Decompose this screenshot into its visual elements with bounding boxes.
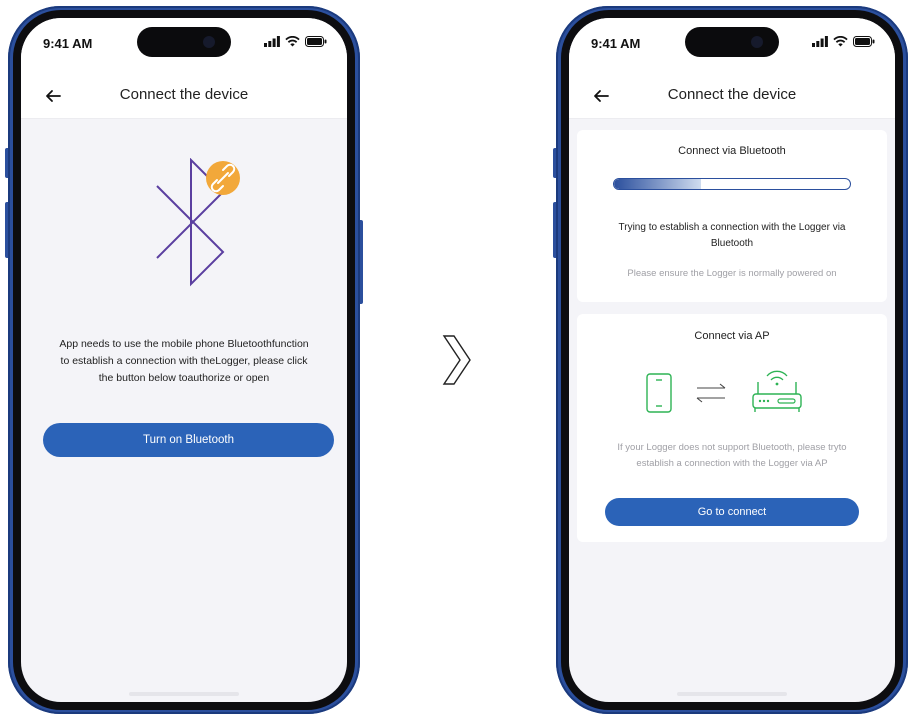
phone-screen: 9:41 AM: [569, 18, 895, 702]
two-way-arrows-icon: [696, 383, 726, 403]
front-camera: [751, 36, 763, 48]
ap-connection-illustration: [646, 370, 802, 413]
description-line: App needs to use the mobile phone Blueto…: [59, 338, 309, 350]
home-indicator: [129, 692, 239, 696]
status-time: 9:41 AM: [591, 36, 641, 51]
right-phone: 9:41 AM Connect the device Connect via B…: [553, 6, 908, 714]
go-to-connect-button[interactable]: Go to connect: [605, 498, 859, 526]
cellular-signal-icon: [264, 36, 280, 47]
left-phone: 9:41 AM Connect the device App needs to …: [5, 6, 363, 714]
turn-on-bluetooth-button[interactable]: Turn on Bluetooth: [43, 423, 334, 457]
page-title: Connect the device: [667, 86, 797, 103]
home-indicator: [677, 692, 787, 696]
wifi-icon: [833, 36, 848, 47]
router-icon: [752, 370, 802, 412]
description-line: the button below toauthorize or open: [98, 372, 270, 384]
message-line: establish a connection with the Logger v…: [636, 458, 828, 469]
bluetooth-status-message: Trying to establish a connection with th…: [605, 220, 859, 252]
progress-fill: [614, 179, 702, 189]
dynamic-island: [685, 27, 779, 57]
ap-card-title: Connect via AP: [694, 330, 770, 342]
nav-bar: Connect the device: [21, 74, 347, 119]
phone-screen: 9:41 AM: [21, 18, 347, 702]
message-line: If your Logger does not support Bluetoot…: [617, 442, 847, 453]
link-icon: [206, 161, 240, 195]
status-icons: [264, 36, 327, 47]
wifi-icon: [285, 36, 300, 47]
bluetooth-permission-description: App needs to use the mobile phone Blueto…: [49, 336, 319, 387]
message-line: Bluetooth: [710, 238, 754, 249]
chevron-right-icon: [442, 335, 471, 385]
battery-icon: [853, 36, 875, 47]
status-bar: 9:41 AM: [21, 18, 347, 74]
bluetooth-connection-card: Connect via Bluetooth Trying to establis…: [577, 130, 887, 302]
bluetooth-card-title: Connect via Bluetooth: [678, 145, 786, 157]
dynamic-island: [137, 27, 231, 57]
battery-icon: [305, 36, 327, 47]
ap-connection-card: Connect via AP If your Logger does not s…: [577, 314, 887, 542]
front-camera: [203, 36, 215, 48]
mobile-phone-icon: [646, 373, 672, 413]
power-note: Please ensure the Logger is normally pow…: [627, 268, 837, 279]
ap-description: If your Logger does not support Bluetoot…: [589, 440, 875, 472]
description-line: to establish a connection with theLogger…: [60, 355, 308, 367]
page-title: Connect the device: [119, 86, 249, 103]
message-line: Trying to establish a connection with th…: [618, 222, 846, 233]
cellular-signal-icon: [812, 36, 828, 47]
status-icons: [812, 36, 875, 47]
connection-progress-bar: [613, 178, 851, 190]
nav-bar: Connect the device: [569, 74, 895, 119]
status-time: 9:41 AM: [43, 36, 93, 51]
bluetooth-icon: [156, 158, 240, 287]
status-bar: 9:41 AM: [569, 18, 895, 74]
